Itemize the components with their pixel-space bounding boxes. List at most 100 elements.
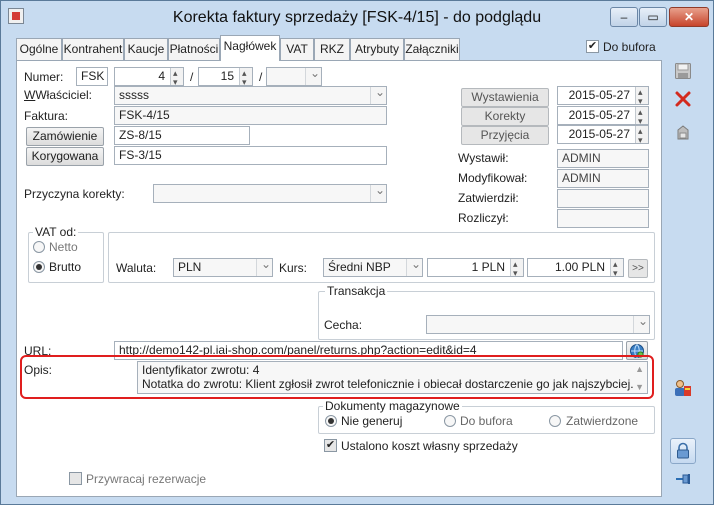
waluta-value: PLN: [178, 260, 202, 274]
series-dropdown-icon[interactable]: [305, 68, 321, 85]
faktura-label: Faktura:: [24, 109, 69, 123]
lock-button[interactable]: [670, 438, 696, 464]
zatwierdzil-label: Zatwierdził:: [458, 191, 519, 205]
korekty-date-field[interactable]: 2015-05-27: [557, 106, 649, 125]
numer-value: 4: [158, 69, 165, 83]
rate-left-spinner-icon[interactable]: [510, 259, 523, 276]
tab-atrybuty[interactable]: Atrybuty: [350, 38, 404, 60]
numer-label: Numer:: [24, 70, 64, 84]
minimize-button[interactable]: –: [610, 7, 638, 27]
rate-left: 1 PLN: [471, 260, 505, 274]
waluta-dropdown-icon[interactable]: [256, 259, 272, 276]
wystawienia-spinner-icon[interactable]: [635, 87, 648, 104]
koszt-label: Ustalono koszt własny sprzedaży: [341, 439, 518, 453]
wystawil-label: Wystawił:: [458, 151, 509, 165]
numer-value-field[interactable]: 4: [114, 67, 184, 86]
kurs-value: Średni NBP: [328, 260, 391, 274]
dokumenty-nie-generuj-radio[interactable]: [325, 415, 337, 427]
tab-ogolne[interactable]: Ogólne: [16, 38, 62, 60]
wystawil-field: ADMIN: [557, 149, 649, 168]
przyjecia-date-field[interactable]: 2015-05-27: [557, 125, 649, 144]
pin-button[interactable]: [670, 467, 696, 493]
przyjecia-date: 2015-05-27: [568, 127, 630, 141]
vat-brutto-label: Brutto: [49, 260, 82, 274]
numer-prefix-field[interactable]: FSK: [76, 67, 108, 86]
zamowienie-button[interactable]: Zamówienie: [26, 127, 104, 146]
dokumenty-do-bufora-label: Do bufora: [460, 414, 513, 428]
wystawienia-date-field[interactable]: 2015-05-27: [557, 86, 649, 105]
tab-naglowek[interactable]: Nagłówek: [220, 35, 280, 61]
waluta-select[interactable]: PLN: [173, 258, 273, 277]
przyczyna-label: Przyczyna korekty:: [24, 187, 125, 201]
tab-kaucje[interactable]: Kaucje: [124, 38, 168, 60]
dokumenty-zatwierdzone-radio[interactable]: [549, 415, 561, 427]
waluta-label: Waluta:: [116, 261, 157, 275]
numer-month-field[interactable]: 15: [198, 67, 253, 86]
invoice-correction-window: Korekta faktury sprzedaży [FSK-4/15] - d…: [0, 0, 714, 505]
numer-month: 15: [220, 69, 234, 83]
koszt-checkbox[interactable]: ✔: [324, 439, 337, 452]
tab-vat[interactable]: VAT: [280, 38, 314, 60]
przyczyna-select[interactable]: [153, 184, 387, 203]
korekty-spinner-icon[interactable]: [635, 107, 648, 124]
cancel-icon: [675, 91, 691, 107]
maximize-button[interactable]: ▭: [639, 7, 667, 27]
contractor-button[interactable]: [670, 376, 696, 402]
vat-brutto-radio[interactable]: [33, 261, 45, 273]
numer-separator-2: /: [259, 70, 263, 84]
cancel-button[interactable]: [670, 87, 696, 113]
rezerwacje-label: Przywracaj rezerwacje: [86, 472, 207, 486]
do-bufora-checkbox[interactable]: ✔: [586, 40, 599, 53]
zamowienie-field[interactable]: ZS-8/15: [114, 126, 250, 145]
korekty-date: 2015-05-27: [568, 108, 630, 122]
contractor-icon: [675, 380, 691, 396]
modyfikowal-label: Modyfikował:: [458, 171, 528, 185]
vat-netto-radio[interactable]: [33, 241, 45, 253]
przyjecia-button[interactable]: Przyjęcia: [461, 126, 549, 145]
numer-series-field[interactable]: [266, 67, 322, 86]
tab-kontrahent[interactable]: Kontrahent: [62, 38, 124, 60]
wystawienia-date: 2015-05-27: [568, 88, 630, 102]
przyjecia-spinner-icon[interactable]: [635, 126, 648, 143]
print-icon: [677, 125, 689, 140]
close-button[interactable]: ✕: [669, 7, 709, 27]
title-bar[interactable]: Korekta faktury sprzedaży [FSK-4/15] - d…: [1, 1, 713, 33]
korygowana-field[interactable]: FS-3/15: [114, 146, 387, 165]
transakcja-group-label: Transakcja: [325, 284, 388, 298]
cecha-dropdown-icon[interactable]: [633, 316, 649, 333]
kurs-select[interactable]: Średni NBP: [323, 258, 423, 277]
opis-highlight-frame: [20, 355, 654, 399]
rate-right-field[interactable]: 1.00 PLN: [527, 258, 624, 277]
dokumenty-zatwierdzone-label: Zatwierdzone: [566, 414, 639, 428]
tab-zalaczniki[interactable]: Załączniki: [404, 38, 460, 60]
kurs-dropdown-icon[interactable]: [406, 259, 422, 276]
wystawienia-button[interactable]: Wystawienia: [461, 88, 549, 107]
rozliczyl-field: [557, 209, 649, 228]
faktura-field[interactable]: FSK-4/15: [114, 106, 387, 125]
tab-platnosci[interactable]: Płatności: [168, 38, 220, 60]
korygowana-button[interactable]: Korygowana: [26, 147, 104, 166]
header-panel: Numer: FSK 4 / 15 / WWłaściciel: sssss F…: [16, 60, 662, 497]
przyczyna-dropdown-icon[interactable]: [370, 185, 386, 202]
cecha-select[interactable]: [426, 315, 650, 334]
rate-right-spinner-icon[interactable]: [610, 259, 623, 276]
print-button[interactable]: [670, 121, 696, 147]
numer-spinner-icon[interactable]: [170, 68, 183, 85]
dokumenty-group-label: Dokumenty magazynowe: [323, 399, 462, 413]
rezerwacje-checkbox[interactable]: [69, 472, 82, 485]
month-spinner-icon[interactable]: [239, 68, 252, 85]
rate-left-field[interactable]: 1 PLN: [427, 258, 524, 277]
kurs-label: Kurs:: [279, 261, 308, 275]
rate-more-button[interactable]: >>: [628, 259, 648, 278]
tab-rkz[interactable]: RKZ: [314, 38, 350, 60]
korekty-button[interactable]: Korekty: [461, 107, 549, 126]
save-button[interactable]: [670, 59, 696, 85]
wlasciciel-dropdown-icon[interactable]: [370, 87, 386, 104]
dokumenty-nie-generuj-label: Nie generuj: [341, 414, 403, 428]
modyfikowal-field: ADMIN: [557, 169, 649, 188]
save-icon: [675, 63, 691, 79]
window-title: Korekta faktury sprzedaży [FSK-4/15] - d…: [172, 9, 542, 26]
wlasciciel-select[interactable]: sssss: [114, 86, 387, 105]
dokumenty-do-bufora-radio[interactable]: [444, 415, 456, 427]
wlasciciel-label: WWłaściciel:: [24, 88, 92, 102]
